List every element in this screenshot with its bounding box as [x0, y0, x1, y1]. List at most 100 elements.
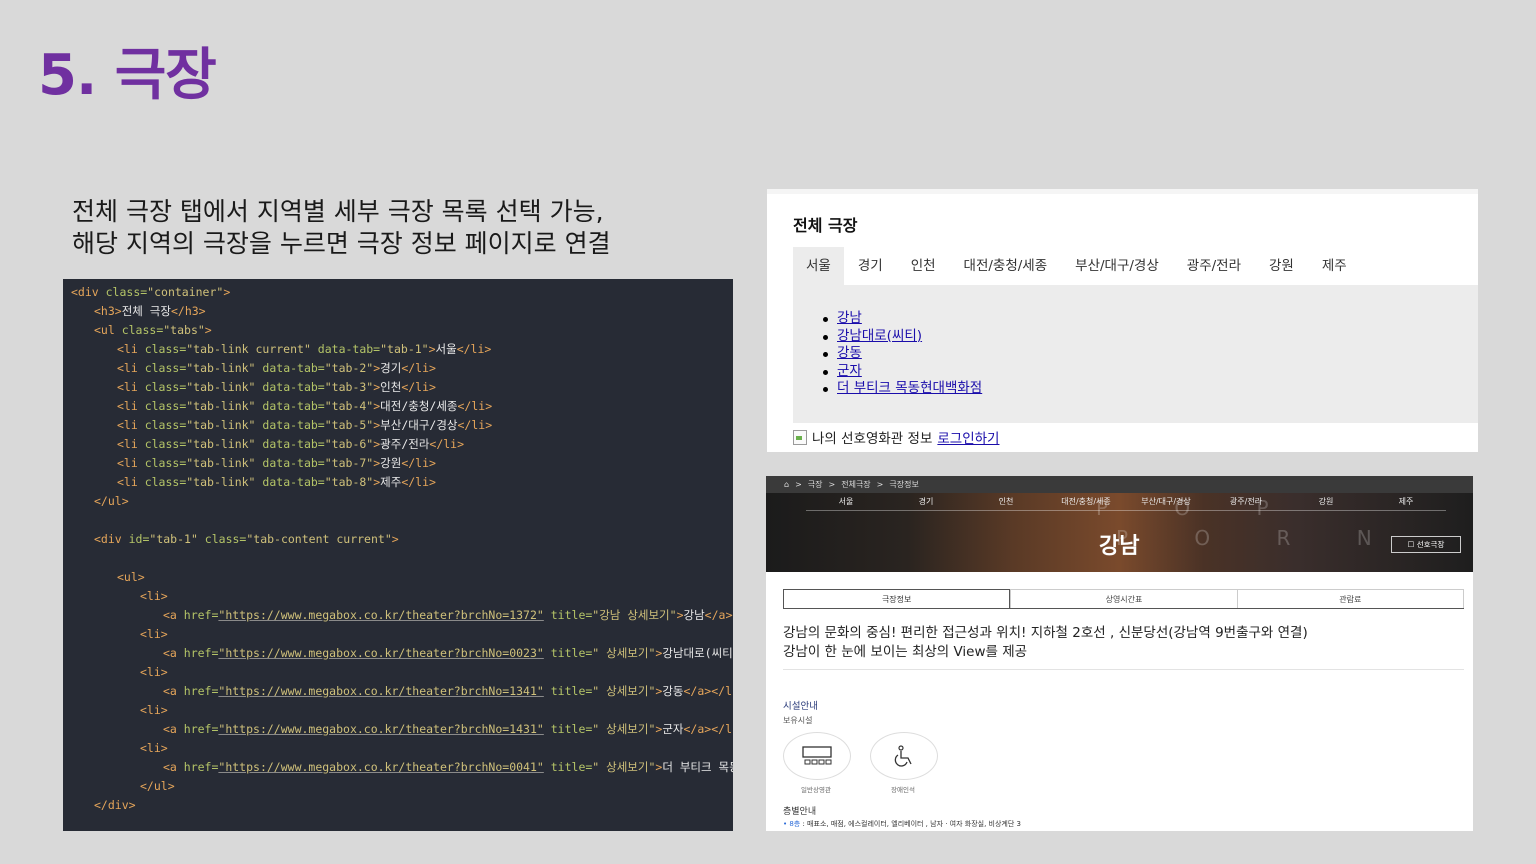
hero-tab-seoul[interactable]: 서울 — [806, 494, 886, 510]
code-line: <div class="container"> — [71, 285, 231, 299]
code-line: <li> — [140, 665, 168, 679]
breadcrumb-separator: > — [795, 480, 802, 489]
floor-label: • 8층 — [783, 820, 801, 828]
theater-link-gangnam[interactable]: 강남 — [837, 310, 862, 326]
code-line: <li> — [140, 589, 168, 603]
tab-showtimes[interactable]: 상영시간표 — [1010, 589, 1237, 608]
code-line: <a href="https://www.megabox.co.kr/theat… — [163, 608, 733, 622]
tab-seoul[interactable]: 서울 — [793, 247, 844, 285]
tab-theater-info[interactable]: 극장정보 — [783, 589, 1011, 608]
detail-tabs: 극장정보 상영시간표 관람료 — [783, 589, 1464, 609]
breadcrumb: ⌂ > 극장 > 전체극장 > 극장정보 — [766, 476, 1473, 493]
bookmark-icon: ☐ — [1407, 540, 1415, 549]
list-item: 강남대로(씨티) — [822, 328, 982, 346]
region-tabs: 서울 경기 인천 대전/충청/세종 부산/대구/경상 광주/전라 강원 제주 — [793, 247, 1478, 285]
code-line: <li class="tab-link" data-tab="tab-2">경기… — [117, 361, 436, 375]
code-line: <ul> — [117, 570, 145, 584]
wheelchair-icon — [894, 745, 912, 767]
code-line: <li> — [140, 703, 168, 717]
hero-tab-gwangju[interactable]: 광주/전라 — [1206, 494, 1286, 510]
screen-icon — [802, 746, 832, 765]
theater-list-panel: 전체 극장 서울 경기 인천 대전/충청/세종 부산/대구/경상 광주/전라 강… — [767, 189, 1478, 452]
tab-gwangju[interactable]: 광주/전라 — [1173, 247, 1255, 285]
intro-line-1: 강남의 문화의 중심! 편리한 접근성과 위치! 지하철 2호선 , 신분당선(… — [783, 625, 1308, 641]
breadcrumb-all-theaters[interactable]: 전체극장 — [841, 476, 870, 493]
panel-title: 전체 극장 — [793, 216, 858, 235]
favorite-theater-button-label: 선호극장 — [1416, 540, 1445, 549]
floor-heading: 층별안내 — [783, 807, 817, 817]
description-line-2: 해당 지역의 극장을 누르면 극장 정보 페이지로 연결 — [72, 229, 611, 258]
favorite-theater-label: 나의 선호영화관 정보 — [812, 431, 933, 447]
favorite-theater-button[interactable]: ☐ 선호극장 — [1391, 536, 1461, 553]
tab-gyeonggi[interactable]: 경기 — [844, 247, 897, 285]
divider — [783, 669, 1464, 670]
list-item: 더 부티크 목동현대백화점 — [822, 380, 982, 398]
facility-heading: 시설안내 — [783, 701, 818, 712]
tab-incheon[interactable]: 인천 — [897, 247, 950, 285]
facility-subheading: 보유시설 — [783, 716, 813, 725]
code-line: <h3>전체 극장</h3> — [94, 304, 206, 318]
tab-ticket-price[interactable]: 관람료 — [1236, 589, 1464, 608]
theater-list: 강남 강남대로(씨티) 강동 군자 더 부티크 목동현대백화점 — [822, 310, 982, 398]
code-line: <li class="tab-link" data-tab="tab-6">광주… — [117, 437, 465, 451]
code-line: <li class="tab-link" data-tab="tab-5">부산… — [117, 418, 493, 432]
code-line: </div> — [94, 798, 136, 812]
facility-caption-general: 일반상영관 — [801, 786, 831, 794]
code-line: <a href="https://www.megabox.co.kr/theat… — [163, 684, 733, 698]
code-line: </ul> — [140, 779, 175, 793]
tab-jeju[interactable]: 제주 — [1308, 247, 1361, 285]
theater-detail-panel: P O P P O R N ⌂ > 극장 > 전체극장 > 극장정보 서울 경기… — [766, 476, 1473, 831]
hero-tab-gangwon[interactable]: 강원 — [1286, 494, 1366, 510]
list-item: 강남 — [822, 310, 982, 328]
breadcrumb-separator: > — [876, 480, 884, 489]
breadcrumb-separator: > — [828, 480, 836, 489]
hero-tab-busan[interactable]: 부산/대구/경상 — [1126, 494, 1206, 510]
code-line: <li class="tab-link current" data-tab="t… — [117, 342, 492, 356]
breadcrumb-theater-info[interactable]: 극장정보 — [889, 476, 918, 493]
code-line: <a href="https://www.megabox.co.kr/theat… — [163, 760, 733, 774]
general-screen-facility — [783, 732, 851, 780]
tab-content: 강남 강남대로(씨티) 강동 군자 더 부티크 목동현대백화점 — [793, 285, 1478, 423]
code-line: </ul> — [94, 494, 129, 508]
code-line: <li> — [140, 627, 168, 641]
theater-link-mokdong[interactable]: 더 부티크 목동현대백화점 — [837, 380, 982, 396]
list-item: 강동 — [822, 345, 982, 363]
code-line: <li class="tab-link" data-tab="tab-7">강원… — [117, 456, 436, 470]
code-line: <li class="tab-link" data-tab="tab-4">대전… — [117, 399, 493, 413]
hero-tab-jeju[interactable]: 제주 — [1366, 494, 1446, 510]
intro-line-2: 강남이 한 눈에 보이는 최상의 View를 제공 — [783, 644, 1028, 660]
hero-banner: P O P P O R N ⌂ > 극장 > 전체극장 > 극장정보 서울 경기… — [766, 476, 1473, 572]
code-line: <li class="tab-link" data-tab="tab-8">제주… — [117, 475, 436, 489]
theater-name: 강남 — [1099, 534, 1140, 559]
hero-tab-incheon[interactable]: 인천 — [966, 494, 1046, 510]
tab-busan[interactable]: 부산/대구/경상 — [1061, 247, 1173, 285]
description-line-1: 전체 극장 탭에서 지역별 세부 극장 목록 선택 가능, — [72, 197, 604, 226]
banner-decoration-bottom: P O R N — [1116, 526, 1402, 550]
floor-info: • 8층 : 매표소, 매점, 에스컬레이터, 엘리베이터 , 남자 · 여자 … — [783, 819, 1021, 829]
slide-title: 5. 극장 — [38, 43, 217, 108]
hero-tab-daejeon[interactable]: 대전/충청/세종 — [1046, 494, 1126, 510]
home-icon[interactable]: ⌂ — [784, 476, 789, 493]
code-line: <li class="tab-link" data-tab="tab-3">인천… — [117, 380, 436, 394]
accessible-seat-facility — [870, 732, 938, 780]
floor-text: : 매표소, 매점, 에스컬레이터, 엘리베이터 , 남자 · 여자 화장실, … — [800, 820, 1021, 828]
hero-tab-gyeonggi[interactable]: 경기 — [886, 494, 966, 510]
favorite-theater-info: 나의 선호영화관 정보 로그인하기 — [793, 427, 999, 447]
theater-link-gunja[interactable]: 군자 — [837, 363, 862, 379]
list-item: 군자 — [822, 363, 982, 381]
tab-daejeon[interactable]: 대전/충청/세종 — [950, 247, 1062, 285]
code-line: <a href="https://www.megabox.co.kr/theat… — [163, 722, 733, 736]
theater-link-gangdong[interactable]: 강동 — [837, 345, 862, 361]
theater-link-gangnamdaero[interactable]: 강남대로(씨티) — [837, 328, 922, 344]
slide-description: 전체 극장 탭에서 지역별 세부 극장 목록 선택 가능, 해당 지역의 극장을… — [72, 196, 611, 260]
tab-gangwon[interactable]: 강원 — [1255, 247, 1308, 285]
theater-intro: 강남의 문화의 중심! 편리한 접근성과 위치! 지하철 2호선 , 신분당선(… — [783, 624, 1308, 662]
code-line: <ul class="tabs"> — [94, 323, 212, 337]
code-line: <a href="https://www.megabox.co.kr/theat… — [163, 646, 733, 660]
broken-image-icon — [793, 429, 807, 445]
hero-region-tabs: 서울 경기 인천 대전/충청/세종 부산/대구/경상 광주/전라 강원 제주 — [806, 494, 1446, 511]
code-line: <li> — [140, 741, 168, 755]
code-panel: <div class="container"> <h3>전체 극장</h3> <ul… — [63, 279, 733, 831]
login-link[interactable]: 로그인하기 — [937, 427, 999, 447]
breadcrumb-theater[interactable]: 극장 — [808, 476, 823, 493]
